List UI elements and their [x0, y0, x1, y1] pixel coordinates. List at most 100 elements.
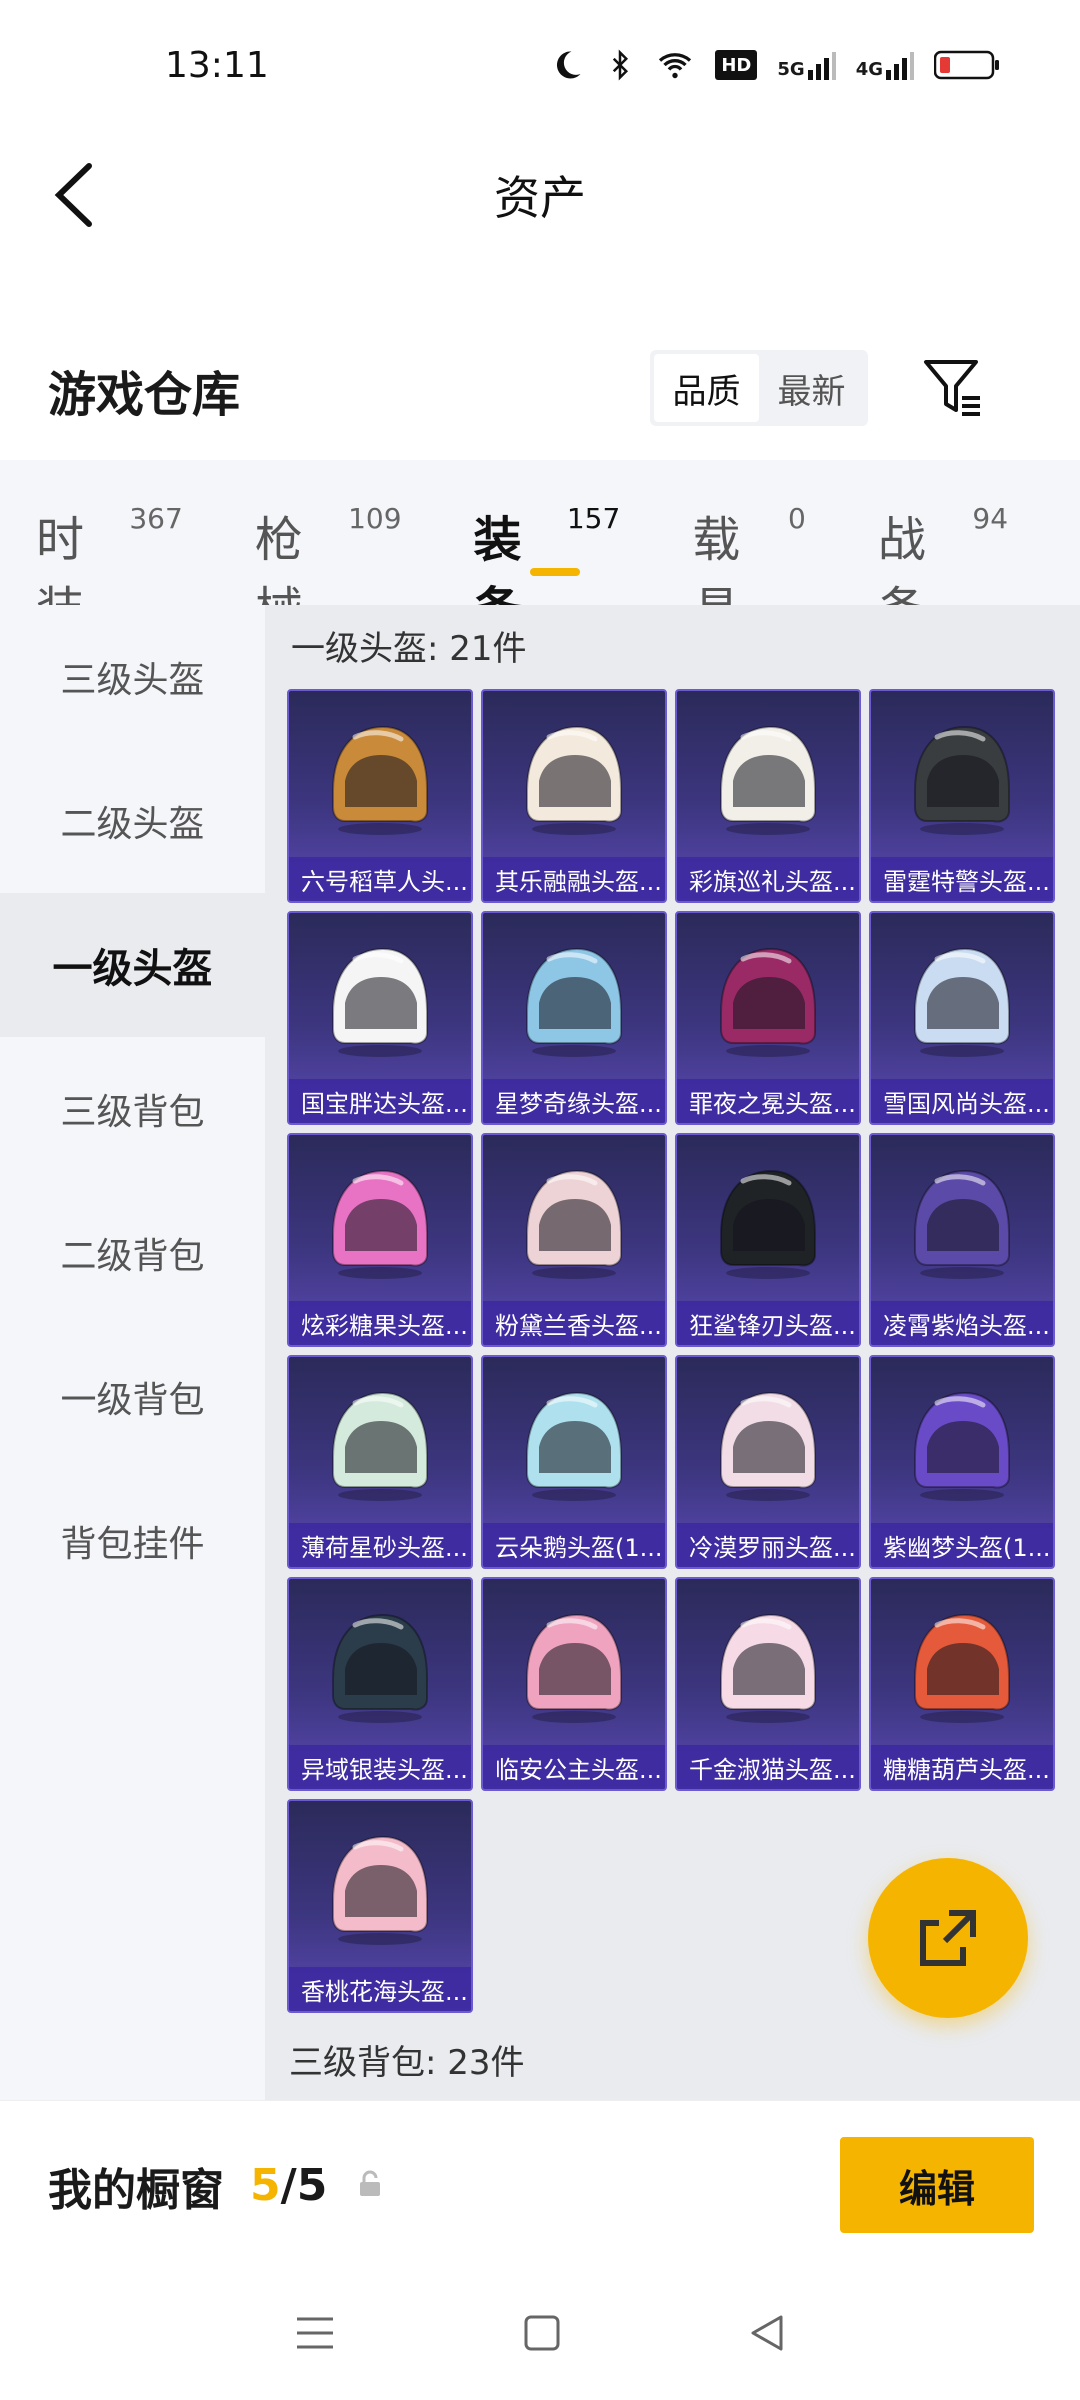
tab-count: 157 — [566, 502, 621, 535]
helmet-icon — [677, 1135, 859, 1305]
helmet-icon — [677, 691, 859, 861]
item-name: 狂鲨锋刃头盔... — [677, 1301, 859, 1345]
tab-equipment[interactable]: 装备 157 — [474, 460, 621, 638]
helmet-icon — [483, 691, 665, 861]
item-name: 冷漠罗丽头盔... — [677, 1523, 859, 1567]
group-title: 一级头盔: 21件 — [291, 628, 527, 669]
warehouse-title: 游戏仓库 — [48, 367, 241, 423]
helmet-icon — [289, 1801, 471, 1971]
item-name: 千金淑猫头盔... — [677, 1745, 859, 1789]
sidebar-item-backpack-1[interactable]: 一级背包 — [0, 1325, 265, 1469]
item-card[interactable]: 粉黛兰香头盔... — [481, 1133, 667, 1347]
item-card[interactable]: 星梦奇缘头盔... — [481, 911, 667, 1125]
item-name: 罪夜之冕头盔... — [677, 1079, 859, 1123]
tab-active-indicator — [529, 568, 580, 576]
tab-fashion[interactable]: 时装 367 — [36, 460, 183, 638]
item-card[interactable]: 雪国风尚头盔... — [869, 911, 1055, 1125]
helmet-icon — [289, 1579, 471, 1749]
item-card[interactable]: 薄荷星砂头盔... — [287, 1355, 473, 1569]
warehouse-header: 游戏仓库 品质 最新 — [0, 330, 1080, 450]
tab-count: 109 — [348, 502, 402, 535]
back-button[interactable] — [40, 160, 110, 230]
item-card[interactable]: 紫幽梦头盔(1... — [869, 1355, 1055, 1569]
item-card[interactable]: 云朵鹅头盔(1... — [481, 1355, 667, 1569]
home-square-icon[interactable] — [522, 2313, 562, 2357]
item-card[interactable]: 罪夜之冕头盔... — [675, 911, 861, 1125]
helmet-icon — [289, 1357, 471, 1527]
helmet-icon — [677, 1357, 859, 1527]
tab-vehicles[interactable]: 载具 0 — [692, 460, 806, 638]
net1-label: 5G — [777, 59, 805, 80]
sidebar-item-helmet-3[interactable]: 三级头盔 — [0, 605, 265, 749]
chevron-left-icon — [54, 163, 92, 227]
helmet-icon — [871, 1357, 1053, 1527]
sidebar-item-helmet-1[interactable]: 一级头盔 — [0, 893, 265, 1037]
item-card[interactable]: 临安公主头盔... — [481, 1577, 667, 1791]
item-card[interactable]: 炫彩糖果头盔... — [287, 1133, 473, 1347]
sort-option-latest[interactable]: 最新 — [759, 354, 864, 422]
menu-icon[interactable] — [293, 2313, 337, 2357]
item-card[interactable]: 凌霄紫焰头盔... — [869, 1133, 1055, 1347]
item-name: 国宝胖达头盔... — [289, 1079, 471, 1123]
tab-count: 367 — [129, 502, 183, 535]
net2-label: 4G — [855, 59, 883, 80]
helmet-icon — [483, 1357, 665, 1527]
item-grid: 六号稻草人头... 其乐融融头盔... 彩旗巡礼头盔... 雷霆特警头盔... 国宝胖达… — [287, 689, 1060, 2013]
battery-icon — [934, 49, 1000, 81]
back-triangle-icon[interactable] — [747, 2313, 787, 2357]
showcase-max: 5 — [296, 2160, 328, 2211]
status-icons: HD 5G 4G — [549, 47, 1000, 83]
item-card[interactable]: 狂鲨锋刃头盔... — [675, 1133, 861, 1347]
app-header: 资产 — [0, 130, 1080, 260]
item-name: 凌霄紫焰头盔... — [871, 1301, 1053, 1345]
signal-5g-icon: 5G — [777, 50, 836, 80]
helmet-icon — [483, 913, 665, 1083]
hd-icon: HD — [715, 50, 758, 80]
item-card[interactable]: 六号稻草人头... — [287, 689, 473, 903]
helmet-icon — [871, 691, 1053, 861]
edit-button[interactable]: 编辑 — [840, 2137, 1034, 2233]
share-external-icon — [920, 1910, 976, 1966]
tab-count: 0 — [788, 502, 806, 535]
sidebar-item-backpack-pendant[interactable]: 背包挂件 — [0, 1469, 265, 1613]
status-bar: 13:11 HD 5G 4G — [0, 0, 1080, 130]
item-card[interactable]: 雷霆特警头盔... — [869, 689, 1055, 903]
item-card[interactable]: 冷漠罗丽头盔... — [675, 1355, 861, 1569]
page-title: 资产 — [494, 171, 586, 225]
item-name: 临安公主头盔... — [483, 1745, 665, 1789]
helmet-icon — [289, 1135, 471, 1305]
item-name: 彩旗巡礼头盔... — [677, 857, 859, 901]
helmet-icon — [871, 1135, 1053, 1305]
sidebar-item-backpack-2[interactable]: 二级背包 — [0, 1181, 265, 1325]
item-card[interactable]: 其乐融融头盔... — [481, 689, 667, 903]
item-card[interactable]: 异域银装头盔... — [287, 1577, 473, 1791]
sidebar-item-helmet-2[interactable]: 二级头盔 — [0, 749, 265, 893]
showcase-title: 我的橱窗 — [48, 2164, 224, 2216]
item-name: 糖糖葫芦头盔... — [871, 1745, 1053, 1789]
helmet-icon — [289, 691, 471, 861]
sort-option-quality[interactable]: 品质 — [654, 354, 759, 422]
item-card[interactable]: 糖糖葫芦头盔... — [869, 1577, 1055, 1791]
category-tabs: 时装 367 枪械 109 装备 157 载具 0 战备 94 — [0, 460, 1080, 638]
item-name: 薄荷星砂头盔... — [289, 1523, 471, 1567]
content-area: 三级头盔 二级头盔 一级头盔 三级背包 二级背包 一级背包 背包挂件 一级头盔:… — [0, 605, 1080, 2100]
share-fab[interactable] — [868, 1858, 1028, 2018]
sidebar-item-backpack-3[interactable]: 三级背包 — [0, 1037, 265, 1181]
item-card[interactable]: 彩旗巡礼头盔... — [675, 689, 861, 903]
helmet-icon — [871, 913, 1053, 1083]
item-name: 香桃花海头盔... — [289, 1967, 471, 2011]
tab-guns[interactable]: 枪械 109 — [255, 460, 402, 638]
item-card[interactable]: 香桃花海头盔... — [287, 1799, 473, 2013]
item-name: 雷霆特警头盔... — [871, 857, 1053, 901]
item-name: 云朵鹅头盔(1... — [483, 1523, 665, 1567]
status-time: 13:11 — [165, 44, 269, 86]
item-card[interactable]: 千金淑猫头盔... — [675, 1577, 861, 1791]
tab-combat-gear[interactable]: 战备 94 — [878, 460, 1008, 638]
filter-button[interactable] — [918, 352, 988, 422]
item-name: 其乐融融头盔... — [483, 857, 665, 901]
item-card[interactable]: 国宝胖达头盔... — [287, 911, 473, 1125]
signal-4g-icon: 4G — [856, 50, 914, 80]
sort-toggle: 品质 最新 — [650, 350, 868, 426]
helmet-icon — [677, 913, 859, 1083]
item-name: 粉黛兰香头盔... — [483, 1301, 665, 1345]
